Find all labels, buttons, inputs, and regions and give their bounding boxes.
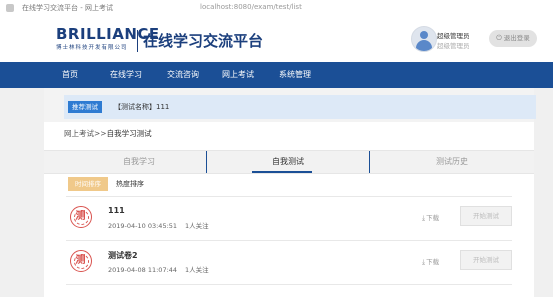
active-tab-indicator [252, 171, 312, 173]
tab-bar: 自我学习 自我测试 测试历史 [44, 150, 534, 174]
download-icon: ⤓ [422, 258, 426, 266]
row-divider [66, 240, 512, 241]
user-avatar[interactable] [411, 26, 437, 52]
breadcrumb-parent[interactable]: 网上考试 [64, 129, 94, 138]
exam-followers: 1人关注 [185, 266, 209, 274]
row-divider [66, 284, 512, 285]
breadcrumb-current: 自我学习测试 [106, 129, 152, 138]
tab-self-test[interactable]: 自我测试 [207, 151, 369, 173]
user-role: 超级管理员 [437, 32, 470, 40]
sort-by-popularity-button[interactable]: 热度排序 [116, 177, 144, 191]
exam-seal-icon: 测 [70, 206, 92, 228]
tab-test-history[interactable]: 测试历史 [370, 151, 534, 173]
recommended-test-bar: 推荐测试 【测试名称】111 [64, 95, 536, 119]
logout-button[interactable]: ⏻ 退出登录 [489, 30, 537, 47]
sort-by-time-button[interactable]: 时间排序 [68, 177, 108, 191]
platform-title: 在线学习交流平台 [143, 32, 264, 50]
recommended-badge: 推荐测试 [68, 101, 102, 113]
exam-date: 2019-04-10 03:45:51 [108, 222, 178, 230]
download-link[interactable]: ⤓下载 [422, 212, 439, 223]
browser-tab-title[interactable]: 在线学习交流平台 - 网上考试 [22, 3, 113, 13]
exam-seal-icon: 测 [70, 250, 92, 272]
exam-followers: 1人关注 [185, 222, 209, 230]
exam-date: 2019-04-08 11:07:44 [108, 266, 178, 274]
seal-char: 测 [75, 211, 86, 222]
nav-item-home[interactable]: 首页 [62, 62, 78, 88]
download-link[interactable]: ⤓下载 [422, 256, 439, 267]
browser-tab-strip: 在线学习交流平台 - 网上考试 localhost:8080/exam/test… [0, 0, 553, 17]
seal-char: 测 [75, 255, 86, 266]
breadcrumb: 网上考试>>自我学习测试 [64, 128, 152, 139]
user-name: 超级管理员 [437, 42, 470, 50]
recommended-test-link[interactable]: 【测试名称】111 [114, 100, 169, 114]
nav-item-consult[interactable]: 交流咨询 [167, 62, 199, 88]
main-nav: 首页 在线学习 交流咨询 网上考试 系统管理 [0, 62, 553, 88]
favicon-icon [6, 4, 14, 12]
site-header: BRILLIANCE 博士林科技开发有限公司 在线学习交流平台 [0, 16, 553, 62]
download-label: 下载 [426, 214, 440, 222]
exam-row: 测 测试卷2 2019-04-08 11:07:44 1人关注 ⤓下载 开始测试 [66, 246, 512, 282]
nav-item-system[interactable]: 系统管理 [279, 62, 311, 88]
nav-item-online-learning[interactable]: 在线学习 [110, 62, 142, 88]
start-test-button[interactable]: 开始测试 [460, 206, 512, 226]
exam-meta: 2019-04-10 03:45:51 1人关注 [108, 220, 209, 230]
tab-self-learning[interactable]: 自我学习 [64, 151, 214, 173]
exam-title[interactable]: 111 [108, 206, 125, 215]
row-divider [66, 196, 512, 197]
start-test-button[interactable]: 开始测试 [460, 250, 512, 270]
exam-meta: 2019-04-08 11:07:44 1人关注 [108, 264, 209, 274]
test-panel: 网上考试>>自我学习测试 自我学习 自我测试 测试历史 时间排序 热度排序 测 … [44, 122, 534, 297]
avatar-head-icon [420, 31, 428, 39]
main-content: 推荐测试 【测试名称】111 网上考试>>自我学习测试 自我学习 自我测试 测试… [44, 88, 536, 297]
avatar-body-icon [416, 40, 432, 51]
nav-item-online-exam[interactable]: 网上考试 [222, 62, 254, 88]
download-label: 下载 [426, 258, 440, 266]
logo-divider [137, 30, 138, 52]
exam-row: 测 111 2019-04-10 03:45:51 1人关注 ⤓下载 开始测试 [66, 202, 512, 238]
download-icon: ⤓ [422, 214, 426, 222]
logout-label: 退出登录 [503, 34, 530, 42]
exam-title[interactable]: 测试卷2 [108, 250, 138, 261]
breadcrumb-separator: >> [94, 129, 107, 138]
browser-url[interactable]: localhost:8080/exam/test/list [200, 3, 302, 11]
power-icon: ⏻ [496, 34, 502, 42]
